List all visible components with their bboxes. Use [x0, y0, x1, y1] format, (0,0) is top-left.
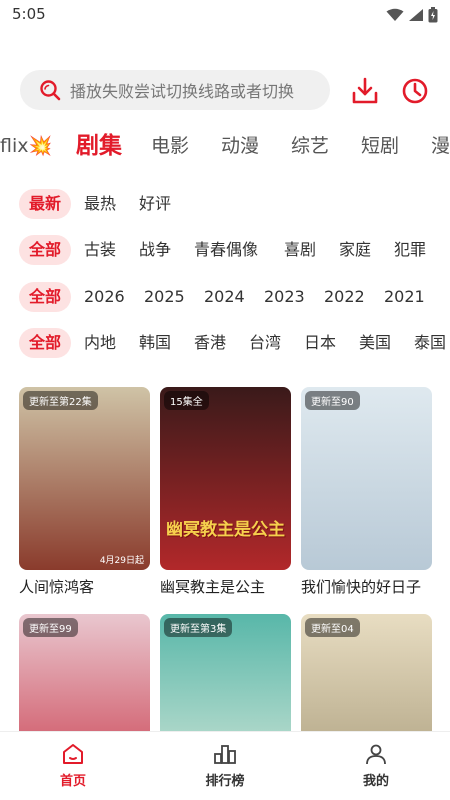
filter-sort-rating[interactable]: 好评: [139, 189, 171, 219]
search-placeholder: 播放失败尝试切换线路或者切换: [70, 82, 295, 101]
history-icon[interactable]: [400, 76, 430, 106]
filter-genre-item[interactable]: 家庭: [339, 235, 371, 265]
tab-variety[interactable]: 综艺: [291, 126, 329, 166]
filter-region-item[interactable]: 美国: [359, 328, 391, 358]
video-card[interactable]: 更新至第3集: [160, 614, 291, 731]
poster-image: 更新至第3集: [160, 614, 291, 731]
update-badge: 更新至99: [23, 618, 78, 637]
nav-ranking-label: 排行榜: [205, 774, 245, 789]
filter-genre-item[interactable]: 喜剧: [284, 235, 316, 265]
search-row: 播放失败尝试切换线路或者切换: [0, 68, 450, 112]
filter-region-item[interactable]: 香港: [194, 328, 226, 358]
filter-sort-row: 最新 最热 好评: [0, 189, 450, 219]
filter-year-item[interactable]: 2025: [144, 282, 185, 312]
update-badge: 更新至90: [305, 391, 360, 410]
update-badge: 15集全: [164, 391, 209, 410]
download-icon[interactable]: [350, 76, 380, 106]
filter-year-all[interactable]: 全部: [19, 282, 72, 312]
tab-flix[interactable]: flix💥: [0, 126, 52, 166]
poster-image: 更新至99: [19, 614, 150, 731]
update-badge: 更新至第3集: [164, 618, 233, 637]
card-title: 我们愉快的好日子: [301, 578, 422, 596]
nav-home-label: 首页: [59, 774, 86, 789]
card-title: 人间惊鸿客: [19, 578, 95, 596]
filter-sort-hot[interactable]: 最热: [84, 189, 116, 219]
filter-year-item[interactable]: 2022: [324, 282, 365, 312]
filter-region-item[interactable]: 日本: [304, 328, 336, 358]
filter-year-item[interactable]: 2021: [384, 282, 425, 312]
category-tabs: flix💥 剧集 电影 动漫 综艺 短剧 漫: [0, 126, 450, 166]
filter-region-item[interactable]: 内地: [84, 328, 116, 358]
nav-profile-label: 我的: [362, 774, 389, 789]
tab-short-drama[interactable]: 短剧: [361, 126, 399, 166]
nav-profile[interactable]: 我的: [336, 742, 416, 789]
video-card[interactable]: 更新至99: [19, 614, 150, 731]
filter-genre-item[interactable]: 古装: [84, 235, 116, 265]
filter-year-item[interactable]: 2024: [204, 282, 245, 312]
status-bar: 5:05: [0, 0, 450, 32]
wifi-icon: [386, 8, 404, 21]
nav-home[interactable]: 首页: [33, 742, 113, 789]
filter-genre-row: 全部 古装 战争 青春偶像 喜剧 家庭 犯罪: [0, 235, 450, 265]
filter-sort-latest[interactable]: 最新: [19, 189, 72, 219]
video-card[interactable]: 更新至90 我们愉快的好日子: [301, 387, 432, 597]
status-icons: [386, 7, 438, 23]
filter-genre-item[interactable]: 青春偶像: [194, 235, 258, 265]
update-badge: 更新至04: [305, 618, 360, 637]
tab-more[interactable]: 漫: [431, 126, 450, 166]
status-time: 5:05: [12, 5, 46, 23]
filter-region-row: 全部 内地 韩国 香港 台湾 日本 美国 泰国: [0, 328, 450, 358]
video-card[interactable]: 更新至第22集 4月29日起 人间惊鸿客: [19, 387, 150, 597]
filter-year-item[interactable]: 2026: [84, 282, 125, 312]
update-badge: 更新至第22集: [23, 391, 98, 410]
bottom-nav: 首页 排行榜 我的: [0, 731, 450, 800]
filter-region-item[interactable]: 泰国: [414, 328, 446, 358]
filter-region-item[interactable]: 台湾: [249, 328, 281, 358]
search-icon: [40, 80, 61, 101]
filter-year-row: 全部 2026 2025 2024 2023 2022 2021: [0, 282, 450, 312]
signal-icon: [409, 9, 423, 21]
tab-anime[interactable]: 动漫: [221, 126, 259, 166]
user-icon: [366, 744, 386, 765]
tab-movie[interactable]: 电影: [151, 126, 189, 166]
filter-genre-all[interactable]: 全部: [19, 235, 72, 265]
poster-image: 更新至04: [301, 614, 432, 731]
poster-grid: 更新至第22集 4月29日起 人间惊鸿客 15集全 幽冥教主是公主 幽冥教主是公…: [0, 386, 450, 731]
video-card[interactable]: 更新至04: [301, 614, 432, 731]
home-icon: [63, 744, 83, 764]
battery-icon: [428, 7, 438, 23]
video-card[interactable]: 15集全 幽冥教主是公主 幽冥教主是公主: [160, 387, 291, 597]
card-title: 幽冥教主是公主: [160, 578, 266, 596]
search-input[interactable]: 播放失败尝试切换线路或者切换: [20, 70, 330, 110]
filter-region-item[interactable]: 韩国: [139, 328, 171, 358]
filter-genre-item[interactable]: 犯罪: [394, 235, 426, 265]
filter-region-all[interactable]: 全部: [19, 328, 72, 358]
poster-image: 更新至第22集 4月29日起: [19, 387, 150, 570]
poster-logo: 幽冥教主是公主: [166, 520, 285, 540]
filter-year-item[interactable]: 2023: [264, 282, 305, 312]
poster-image: 更新至90: [301, 387, 432, 570]
poster-image: 15集全 幽冥教主是公主: [160, 387, 291, 570]
poster-date: 4月29日起: [99, 556, 144, 566]
nav-ranking[interactable]: 排行榜: [185, 742, 265, 789]
ranking-icon: [214, 745, 236, 764]
tab-series[interactable]: 剧集: [76, 126, 122, 166]
filter-genre-item[interactable]: 战争: [139, 235, 171, 265]
